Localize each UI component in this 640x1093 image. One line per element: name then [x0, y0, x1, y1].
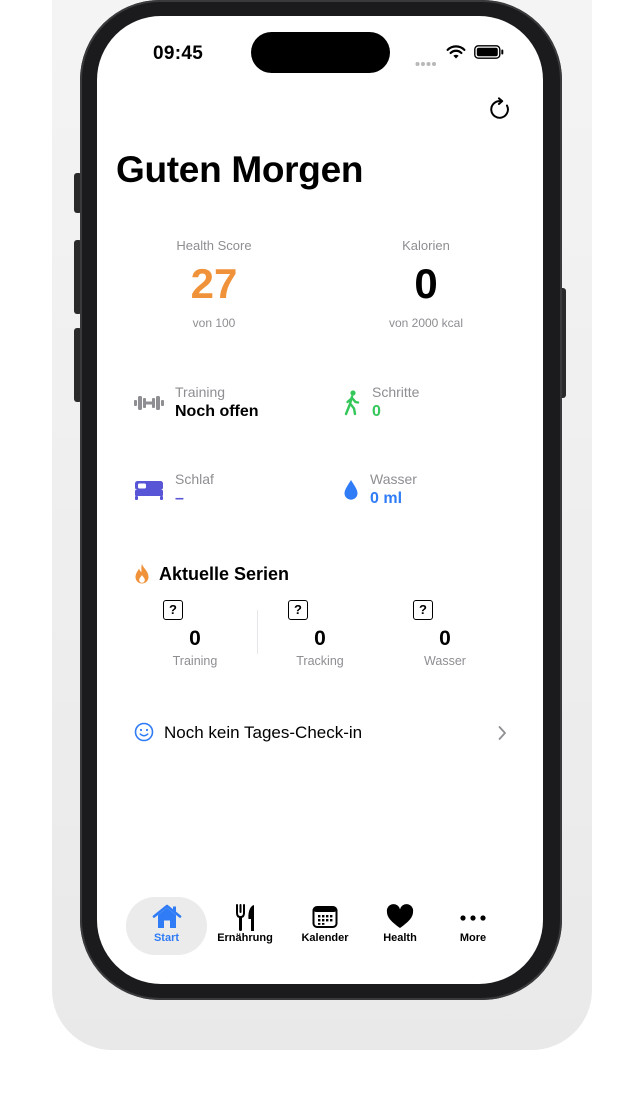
- question-box-icon: ?: [288, 600, 308, 620]
- calories-sub: von 2000 kcal: [388, 316, 464, 330]
- tab-ernaehrung[interactable]: Ernährung: [210, 904, 280, 944]
- status-time: 09:45: [153, 43, 204, 64]
- health-score-sub: von 100: [192, 316, 236, 330]
- streaks-title: Aktuelle Serien: [159, 564, 290, 584]
- tab-more[interactable]: More: [438, 904, 508, 944]
- tab-more-label: More: [459, 932, 487, 944]
- calories-label: Kalorien: [402, 238, 450, 253]
- tab-kalender[interactable]: Kalender: [290, 904, 360, 944]
- streak-training-value: 0: [189, 627, 201, 650]
- tab-ernaehrung-label: Ernährung: [217, 932, 273, 944]
- tab-kalender-label: Kalender: [301, 932, 349, 944]
- walking-icon: [343, 390, 361, 421]
- wifi-icon: [446, 45, 466, 65]
- checkin-label: Noch kein Tages-Check-in: [164, 723, 363, 742]
- health-score-label: Health Score: [176, 238, 252, 253]
- ellipsis-icon: [438, 904, 508, 932]
- tab-start[interactable]: Start: [126, 897, 207, 955]
- cellular-icon: [415, 54, 437, 72]
- refresh-icon[interactable]: [488, 97, 513, 127]
- health-score-value: 27: [190, 260, 238, 307]
- question-box-icon: ?: [413, 600, 433, 620]
- calendar-icon: [290, 904, 360, 932]
- house-icon: [126, 904, 207, 932]
- tab-start-label: Start: [153, 932, 180, 944]
- water-label: Wasser: [370, 471, 417, 487]
- training-label: Training: [175, 384, 226, 400]
- steps-label: Schritte: [372, 384, 420, 400]
- fork-knife-icon: [210, 904, 280, 932]
- bed-icon: [134, 479, 164, 506]
- water-value: 0 ml: [370, 490, 403, 507]
- tab-health[interactable]: Health: [365, 904, 435, 944]
- streak-training-label: Training: [172, 654, 218, 668]
- smiley-icon: [134, 722, 154, 747]
- tab-bar: Start Ernährung Kalender Health More: [97, 886, 543, 966]
- greeting-title: Guten Morgen: [116, 149, 364, 190]
- streak-tracking-label: Tracking: [296, 654, 344, 668]
- streak-tracking-value: 0: [314, 627, 326, 650]
- streak-water-value: 0: [439, 627, 451, 650]
- question-box-icon: ?: [163, 600, 183, 620]
- sleep-label: Schlaf: [175, 471, 214, 487]
- dumbbell-icon: [134, 393, 164, 418]
- chevron-right-icon: [497, 725, 507, 746]
- screen: 09:45 Guten Morgen Health Score 27 von 1…: [97, 16, 543, 984]
- tab-health-label: Health: [383, 932, 417, 944]
- streak-divider: [257, 610, 258, 654]
- sleep-value: –: [175, 490, 184, 507]
- battery-icon: [474, 45, 504, 64]
- heart-icon: [365, 904, 435, 932]
- flame-icon: [134, 563, 150, 590]
- calories-value: 0: [414, 260, 438, 307]
- dynamic-island: [251, 32, 390, 73]
- checkin-row[interactable]: Noch kein Tages-Check-in: [127, 716, 517, 750]
- training-value: Noch offen: [175, 403, 259, 420]
- water-drop-icon: [343, 479, 359, 506]
- streak-water-label: Wasser: [424, 654, 466, 668]
- steps-value: 0: [372, 403, 381, 420]
